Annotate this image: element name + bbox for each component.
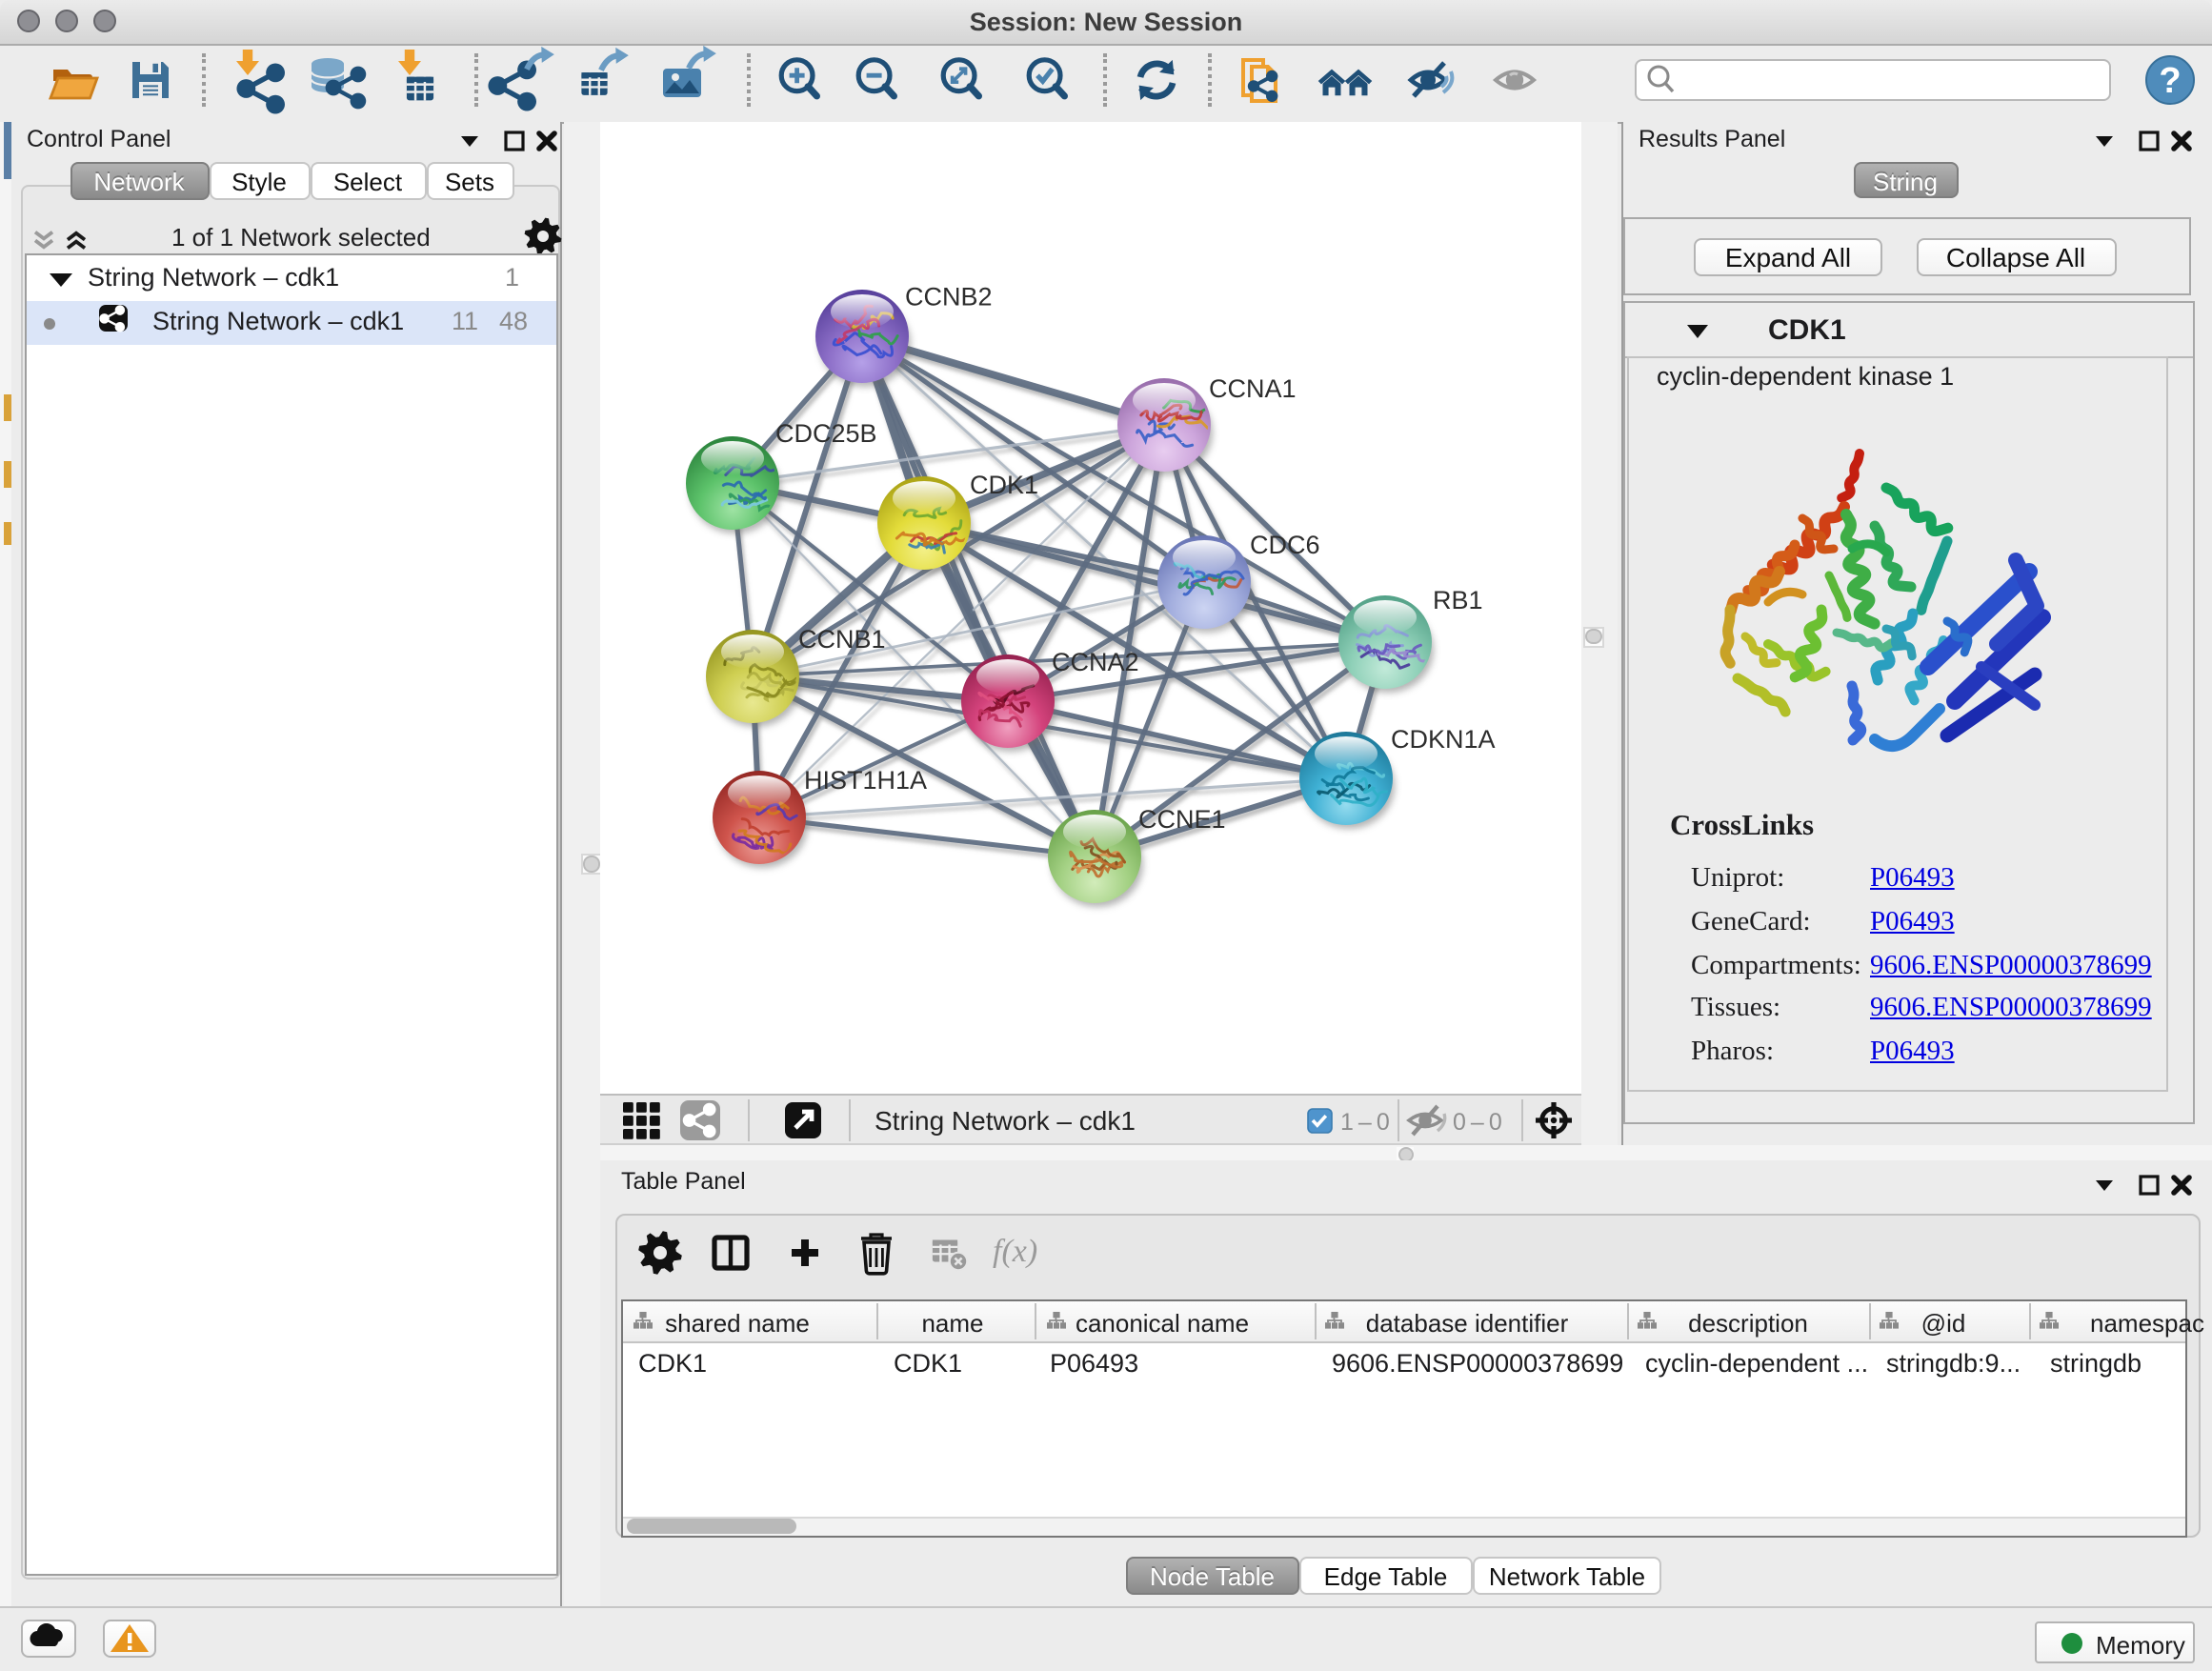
svg-text:RB1: RB1 bbox=[1433, 586, 1483, 614]
svg-text:CCNB2: CCNB2 bbox=[905, 282, 993, 311]
svg-text:CCNE1: CCNE1 bbox=[1138, 805, 1226, 834]
svg-text:CDKN1A: CDKN1A bbox=[1391, 725, 1496, 754]
svg-text:CCNB1: CCNB1 bbox=[798, 625, 886, 654]
svg-text:CDC6: CDC6 bbox=[1250, 531, 1320, 559]
svg-text:CDK1: CDK1 bbox=[970, 471, 1038, 499]
svg-text:CCNA2: CCNA2 bbox=[1052, 648, 1139, 676]
svg-text:CCNA1: CCNA1 bbox=[1209, 374, 1297, 403]
svg-text:HIST1H1A: HIST1H1A bbox=[804, 766, 927, 795]
svg-text:CDC25B: CDC25B bbox=[775, 419, 877, 448]
